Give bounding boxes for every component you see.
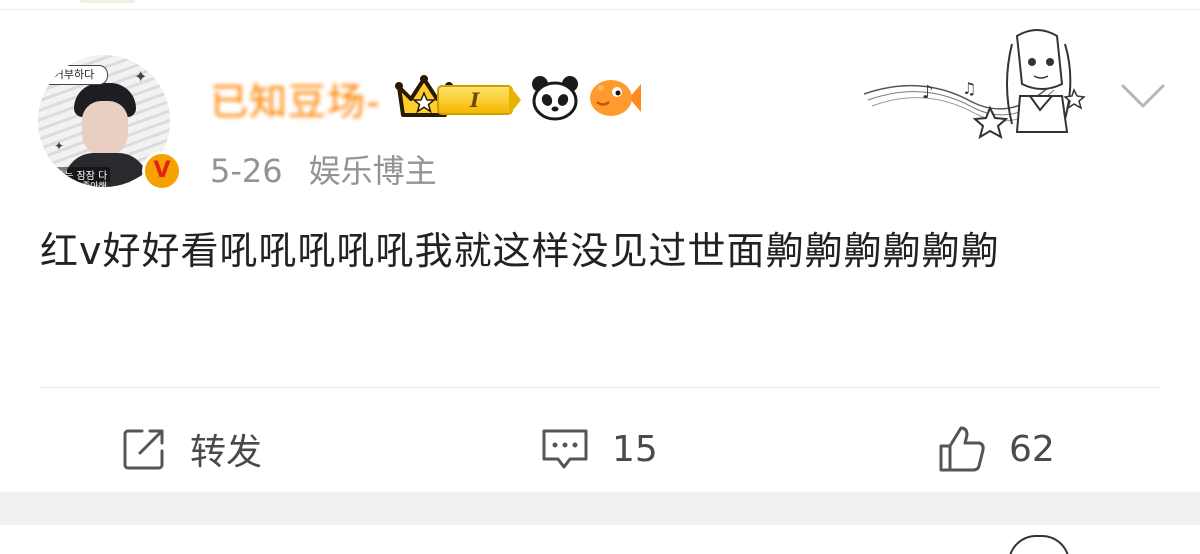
previous-card-edge [0,0,1200,10]
username[interactable]: 已知豆场- [210,71,381,126]
vip-level-badge[interactable]: I [394,73,521,123]
level-number: I [436,85,513,115]
like-button[interactable]: 62 [937,414,1055,484]
post-action-bar: 转发 15 62 [0,414,1200,484]
post-content[interactable]: 红v好好看吼吼吼吼吼我就这样没见过世面齁齁齁齁齁齁 [40,223,1160,279]
verified-badge-icon: V [142,151,182,191]
avatar-tag-text: 거부하다 [40,65,108,85]
svg-text:♫: ♫ [962,79,976,98]
anime-girl-decoration-icon: ♪ ♫ [863,29,1086,140]
sparkle-icon: ✦ [134,67,148,86]
chevron-down-icon[interactable] [1120,82,1166,112]
comment-count: 15 [612,428,658,470]
weibo-post-card[interactable]: 거부하다 ✦ ✦ 나는 잠잠 다 좋아해요 좋아해 V 已知豆场- I 5-26… [0,10,1200,492]
avatar-caption: 좋아해요 좋아해 [46,182,107,187]
comment-icon [542,429,588,469]
post-date: 5-26 [210,152,283,190]
repost-icon [123,429,164,470]
next-post-card[interactable] [0,525,1200,554]
repost-button[interactable]: 转发 [120,414,262,484]
post-meta: 5-26 娱乐博主 [210,146,463,192]
like-icon [939,426,985,472]
avatar[interactable]: 거부하다 ✦ ✦ 나는 잠잠 다 좋아해요 좋아해 V [38,55,182,191]
comment-button[interactable]: 15 [540,414,658,484]
repost-label: 转发 [190,432,263,473]
fish-icon [589,80,641,116]
like-count: 62 [1009,428,1055,470]
feed-separator [0,492,1200,525]
user-title: 娱乐博主 [308,152,437,190]
sparkle-icon: ✦ [54,139,65,153]
divider [40,387,1160,388]
panda-icon [531,76,578,121]
svg-text:♪: ♪ [922,82,934,103]
